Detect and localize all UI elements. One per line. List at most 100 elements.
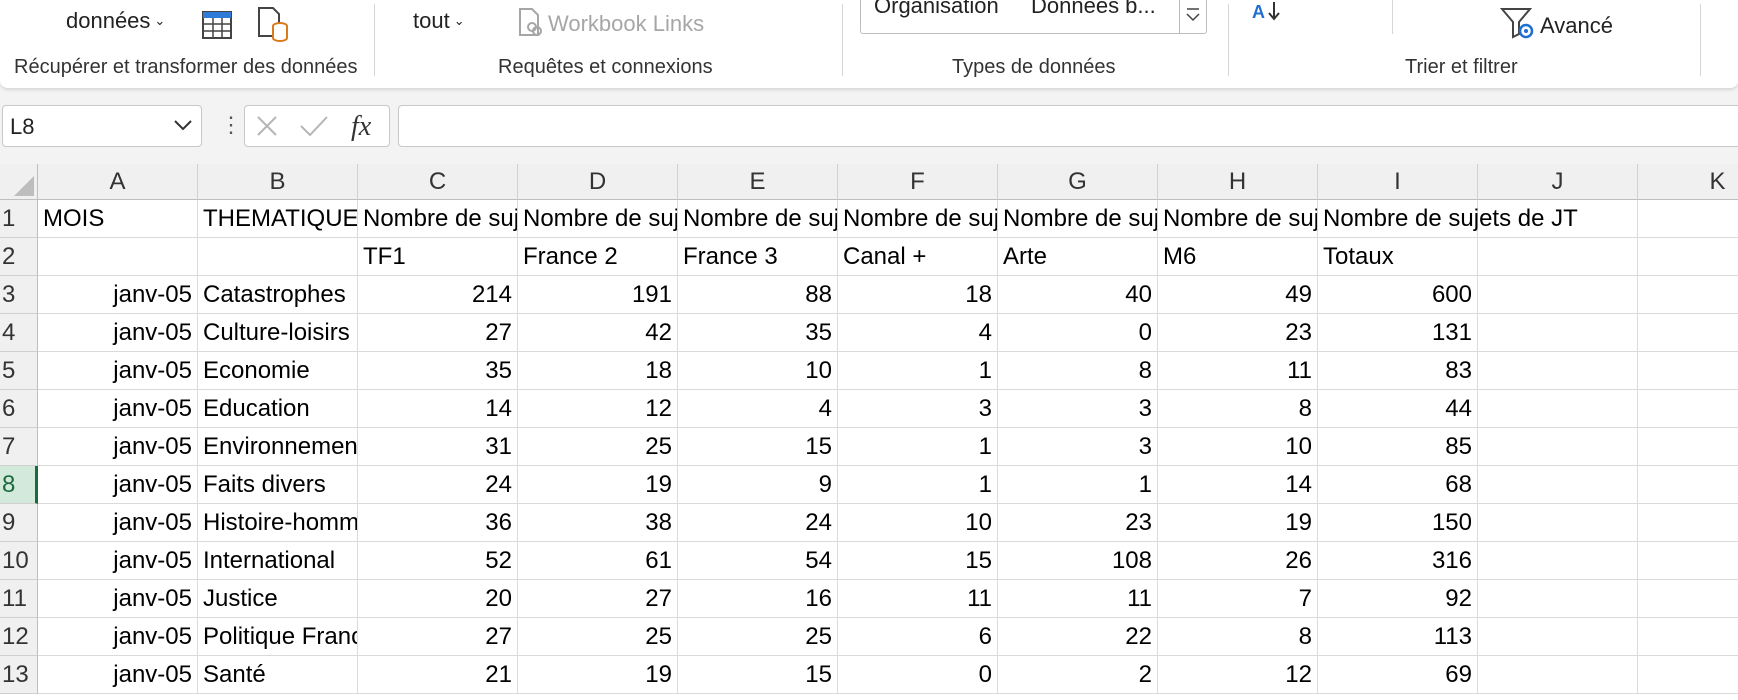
column-header-g[interactable]: G <box>998 164 1158 200</box>
value-cell[interactable]: 3 <box>998 428 1158 466</box>
row-header-11[interactable]: 11 <box>0 580 38 618</box>
channel-header-cell[interactable]: Totaux <box>1318 238 1478 276</box>
value-cell[interactable]: 15 <box>678 428 838 466</box>
channel-header-cell[interactable]: M6 <box>1158 238 1318 276</box>
value-cell[interactable]: 7 <box>1158 580 1318 618</box>
value-cell[interactable]: 26 <box>1158 542 1318 580</box>
existing-connections-icon[interactable] <box>256 6 290 42</box>
theme-cell[interactable]: Catastrophes <box>198 276 358 314</box>
empty-cell[interactable] <box>1478 466 1638 504</box>
value-cell[interactable]: 316 <box>1318 542 1478 580</box>
value-cell[interactable]: 24 <box>358 466 518 504</box>
theme-cell[interactable]: International <box>198 542 358 580</box>
value-cell[interactable]: 61 <box>518 542 678 580</box>
cell-k2[interactable] <box>1638 238 1738 276</box>
empty-cell[interactable] <box>1478 656 1638 694</box>
value-cell[interactable]: 25 <box>518 618 678 656</box>
workbook-links-button[interactable]: Workbook Links <box>518 8 704 40</box>
value-cell[interactable]: 42 <box>518 314 678 352</box>
value-cell[interactable]: 25 <box>678 618 838 656</box>
name-box[interactable]: L8 <box>2 105 202 147</box>
value-cell[interactable]: 24 <box>678 504 838 542</box>
value-cell[interactable]: 15 <box>678 656 838 694</box>
value-cell[interactable]: 52 <box>358 542 518 580</box>
month-cell[interactable]: janv-05 <box>38 390 198 428</box>
value-cell[interactable]: 19 <box>518 656 678 694</box>
row-header-4[interactable]: 4 <box>0 314 38 352</box>
data-types-gallery[interactable]: Organisation Données b... <box>860 0 1207 34</box>
value-cell[interactable]: 0 <box>838 656 998 694</box>
theme-cell[interactable]: Politique France <box>198 618 358 656</box>
theme-cell[interactable]: Environnement <box>198 428 358 466</box>
value-cell[interactable]: 131 <box>1318 314 1478 352</box>
cancel-icon[interactable] <box>255 114 279 138</box>
column-header-a[interactable]: A <box>38 164 198 200</box>
header-cell-e[interactable]: Nombre de sujets de JT <box>678 200 838 238</box>
enter-check-icon[interactable] <box>299 114 329 138</box>
value-cell[interactable]: 600 <box>1318 276 1478 314</box>
value-cell[interactable]: 1 <box>838 352 998 390</box>
insert-function-icon[interactable]: fx <box>349 110 383 142</box>
column-header-f[interactable]: F <box>838 164 998 200</box>
empty-cell[interactable] <box>1638 276 1738 314</box>
empty-cell[interactable] <box>1478 542 1638 580</box>
empty-cell[interactable] <box>1638 390 1738 428</box>
row-header-7[interactable]: 7 <box>0 428 38 466</box>
chevron-down-icon[interactable] <box>173 118 193 132</box>
value-cell[interactable]: 3 <box>998 390 1158 428</box>
value-cell[interactable]: 108 <box>998 542 1158 580</box>
value-cell[interactable]: 9 <box>678 466 838 504</box>
header-cell-c[interactable]: Nombre de sujets de JT <box>358 200 518 238</box>
theme-cell[interactable]: Histoire-hommages <box>198 504 358 542</box>
column-header-e[interactable]: E <box>678 164 838 200</box>
value-cell[interactable]: 49 <box>1158 276 1318 314</box>
value-cell[interactable]: 6 <box>838 618 998 656</box>
value-cell[interactable]: 14 <box>1158 466 1318 504</box>
channel-header-cell[interactable]: France 2 <box>518 238 678 276</box>
month-cell[interactable]: janv-05 <box>38 276 198 314</box>
advanced-filter-button[interactable]: Avancé <box>1499 8 1613 44</box>
month-cell[interactable]: janv-05 <box>38 504 198 542</box>
value-cell[interactable]: 36 <box>358 504 518 542</box>
value-cell[interactable]: 27 <box>358 618 518 656</box>
empty-cell[interactable] <box>1638 352 1738 390</box>
row-header-6[interactable]: 6 <box>0 390 38 428</box>
value-cell[interactable]: 18 <box>838 276 998 314</box>
header-cell-d[interactable]: Nombre de sujets de JT <box>518 200 678 238</box>
value-cell[interactable]: 22 <box>998 618 1158 656</box>
data-type-geography[interactable]: Données b... <box>1031 0 1156 19</box>
row-header-8[interactable]: 8 <box>0 466 38 504</box>
header-cell-b[interactable]: THEMATIQUE <box>198 200 358 238</box>
value-cell[interactable]: 191 <box>518 276 678 314</box>
more-options-icon[interactable]: ⋮ <box>220 114 242 136</box>
channel-header-cell[interactable]: Canal + <box>838 238 998 276</box>
header-cell-i[interactable]: Nombre de sujets de JT <box>1318 200 1578 238</box>
cell-a2[interactable] <box>38 238 198 276</box>
theme-cell[interactable]: Justice <box>198 580 358 618</box>
value-cell[interactable]: 11 <box>998 580 1158 618</box>
empty-cell[interactable] <box>1478 352 1638 390</box>
value-cell[interactable]: 1 <box>838 466 998 504</box>
value-cell[interactable]: 10 <box>838 504 998 542</box>
value-cell[interactable]: 21 <box>358 656 518 694</box>
select-all-corner[interactable] <box>0 164 38 200</box>
month-cell[interactable]: janv-05 <box>38 618 198 656</box>
month-cell[interactable]: janv-05 <box>38 580 198 618</box>
value-cell[interactable]: 8 <box>1158 390 1318 428</box>
value-cell[interactable]: 113 <box>1318 618 1478 656</box>
cell-j2[interactable] <box>1478 238 1638 276</box>
row-header-10[interactable]: 10 <box>0 542 38 580</box>
month-cell[interactable]: janv-05 <box>38 428 198 466</box>
value-cell[interactable]: 92 <box>1318 580 1478 618</box>
value-cell[interactable]: 69 <box>1318 656 1478 694</box>
value-cell[interactable]: 23 <box>998 504 1158 542</box>
column-header-j[interactable]: J <box>1478 164 1638 200</box>
value-cell[interactable]: 1 <box>838 428 998 466</box>
value-cell[interactable]: 27 <box>518 580 678 618</box>
empty-cell[interactable] <box>1478 390 1638 428</box>
empty-cell[interactable] <box>1638 428 1738 466</box>
formula-input[interactable] <box>398 105 1738 147</box>
value-cell[interactable]: 19 <box>518 466 678 504</box>
row-header-2[interactable]: 2 <box>0 238 38 276</box>
cell-k1[interactable] <box>1638 200 1738 238</box>
